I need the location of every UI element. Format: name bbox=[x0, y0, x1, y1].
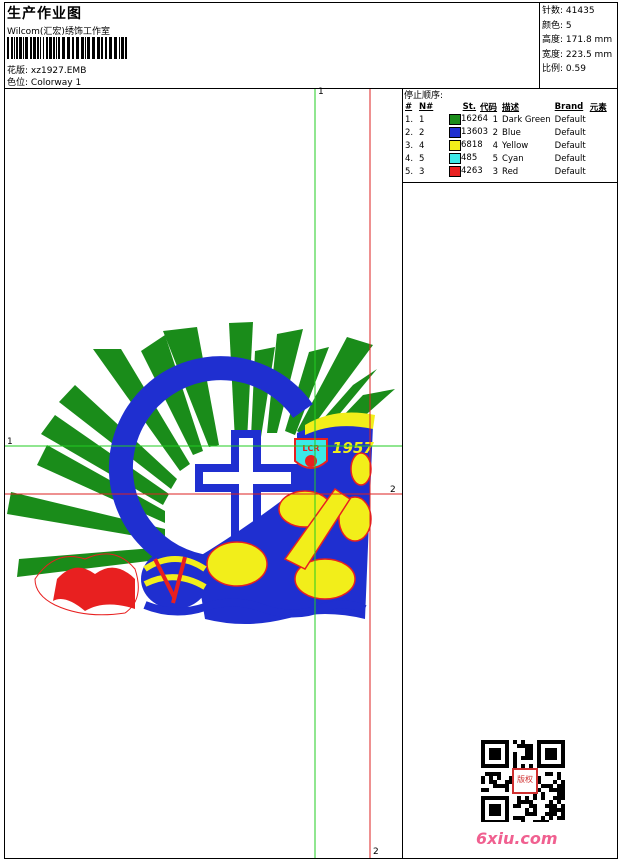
col-desc: 描述 bbox=[502, 102, 520, 113]
row-brand: Default bbox=[554, 140, 586, 151]
row-element bbox=[588, 126, 609, 139]
year-text: 1957 bbox=[332, 439, 374, 457]
row-brand: Default bbox=[554, 114, 586, 125]
row-n: 2 bbox=[419, 127, 425, 138]
col-brand: Brand bbox=[554, 101, 584, 112]
row-n: 3 bbox=[419, 166, 425, 177]
row-n: 4 bbox=[419, 140, 425, 151]
color-swatch bbox=[449, 166, 461, 177]
color-swatch bbox=[449, 153, 461, 164]
col-element: 元素 bbox=[589, 102, 607, 113]
col-st: St. bbox=[462, 101, 477, 112]
colorway-row: 色位: Colorway 1 bbox=[7, 75, 81, 88]
col-seq: # bbox=[405, 101, 413, 112]
stop-sequence-table: # N# St. 代码 描述 Brand 元素 1. 1 16264 1 Dark Gr… bbox=[403, 100, 609, 178]
row-st: 6818 bbox=[447, 139, 483, 152]
row-st: 4263 bbox=[447, 165, 483, 178]
frame-top bbox=[4, 2, 618, 3]
colorway-value: Colorway 1 bbox=[30, 78, 82, 88]
guide-v1-label: 1 bbox=[318, 87, 324, 97]
col-n: N# bbox=[419, 101, 434, 112]
table-row: 3. 4 6818 4 Yellow Default bbox=[403, 139, 609, 152]
row-brand: Default bbox=[554, 127, 586, 138]
red-dragon bbox=[53, 567, 135, 611]
stats-divider bbox=[539, 2, 540, 88]
table-row: 4. 5 485 5 Cyan Default bbox=[403, 152, 609, 165]
color-swatch bbox=[449, 114, 461, 125]
stats-panel: 针数: 41435 颜色: 5 高度: 171.8 mm 宽度: 223.5 m… bbox=[542, 4, 612, 77]
table-row: 5. 3 4263 3 Red Default bbox=[403, 165, 609, 178]
emblem-text: LCR bbox=[302, 444, 319, 453]
table-row: 1. 1 16264 1 Dark Green Default bbox=[403, 113, 609, 126]
stat-width: 宽度: 223.5 mm bbox=[542, 49, 613, 60]
row-element bbox=[588, 139, 609, 152]
stat-scale: 比例: 0.59 bbox=[542, 64, 586, 74]
row-st: 13603 bbox=[447, 126, 488, 139]
row-seq: 5. bbox=[405, 166, 414, 177]
site-watermark: 6xiu.com bbox=[476, 829, 558, 848]
table-row: 2. 2 13603 2 Blue Default bbox=[403, 126, 609, 139]
row-desc: Cyan bbox=[502, 153, 524, 164]
row-seq: 4. bbox=[405, 153, 414, 164]
row-element bbox=[588, 165, 609, 178]
row-brand: Default bbox=[554, 153, 586, 164]
row-desc: Yellow bbox=[502, 140, 529, 151]
row-n: 5 bbox=[419, 153, 425, 164]
guide-h2-label: 2 bbox=[390, 485, 396, 495]
table-divider bbox=[402, 182, 618, 183]
row-element bbox=[588, 113, 609, 126]
stat-height: 高度: 171.8 mm bbox=[542, 35, 613, 45]
design-canvas: LCR 1957 bbox=[5, 89, 402, 858]
frame-bottom bbox=[4, 858, 618, 859]
stitch-count: 6818 bbox=[461, 140, 483, 150]
table-header-row: # N# St. 代码 描述 Brand 元素 bbox=[403, 100, 609, 113]
color-swatch bbox=[449, 140, 461, 151]
row-desc: Red bbox=[502, 166, 519, 177]
row-brand: Default bbox=[554, 166, 586, 177]
col-code: 代码 bbox=[480, 102, 498, 113]
row-st: 485 bbox=[447, 152, 478, 165]
row-element bbox=[588, 152, 609, 165]
color-swatch bbox=[449, 127, 461, 138]
guide-h1-label: 1 bbox=[7, 437, 13, 447]
row-code: 5 bbox=[492, 153, 499, 164]
row-desc: Blue bbox=[502, 127, 521, 138]
stitch-count: 485 bbox=[461, 153, 478, 163]
colorway-label: 色位: bbox=[7, 78, 29, 88]
stat-colors: 颜色: 5 bbox=[542, 20, 572, 31]
row-seq: 2. bbox=[405, 127, 414, 138]
row-desc: Dark Green bbox=[502, 114, 551, 125]
stitch-count: 4263 bbox=[461, 166, 483, 176]
row-st: 16264 bbox=[447, 113, 488, 126]
page-title: 生产作业图 bbox=[7, 6, 82, 22]
row-seq: 1. bbox=[405, 114, 414, 125]
row-n: 1 bbox=[419, 114, 425, 125]
guide-v2-label: 2 bbox=[373, 847, 379, 857]
stat-stitches: 针数: 41435 bbox=[542, 6, 595, 16]
qr-badge: 版权 bbox=[512, 768, 538, 794]
frame-right bbox=[617, 2, 618, 859]
lcr-shield: LCR bbox=[294, 438, 328, 469]
row-seq: 3. bbox=[405, 140, 414, 151]
company-name: Wilcom(汇宏)绣饰工作室 bbox=[7, 27, 110, 37]
panel-divider bbox=[402, 88, 403, 858]
stitch-count: 13603 bbox=[461, 127, 489, 137]
stitch-count: 16264 bbox=[461, 114, 489, 124]
barcode bbox=[7, 37, 127, 59]
globe bbox=[141, 549, 209, 609]
